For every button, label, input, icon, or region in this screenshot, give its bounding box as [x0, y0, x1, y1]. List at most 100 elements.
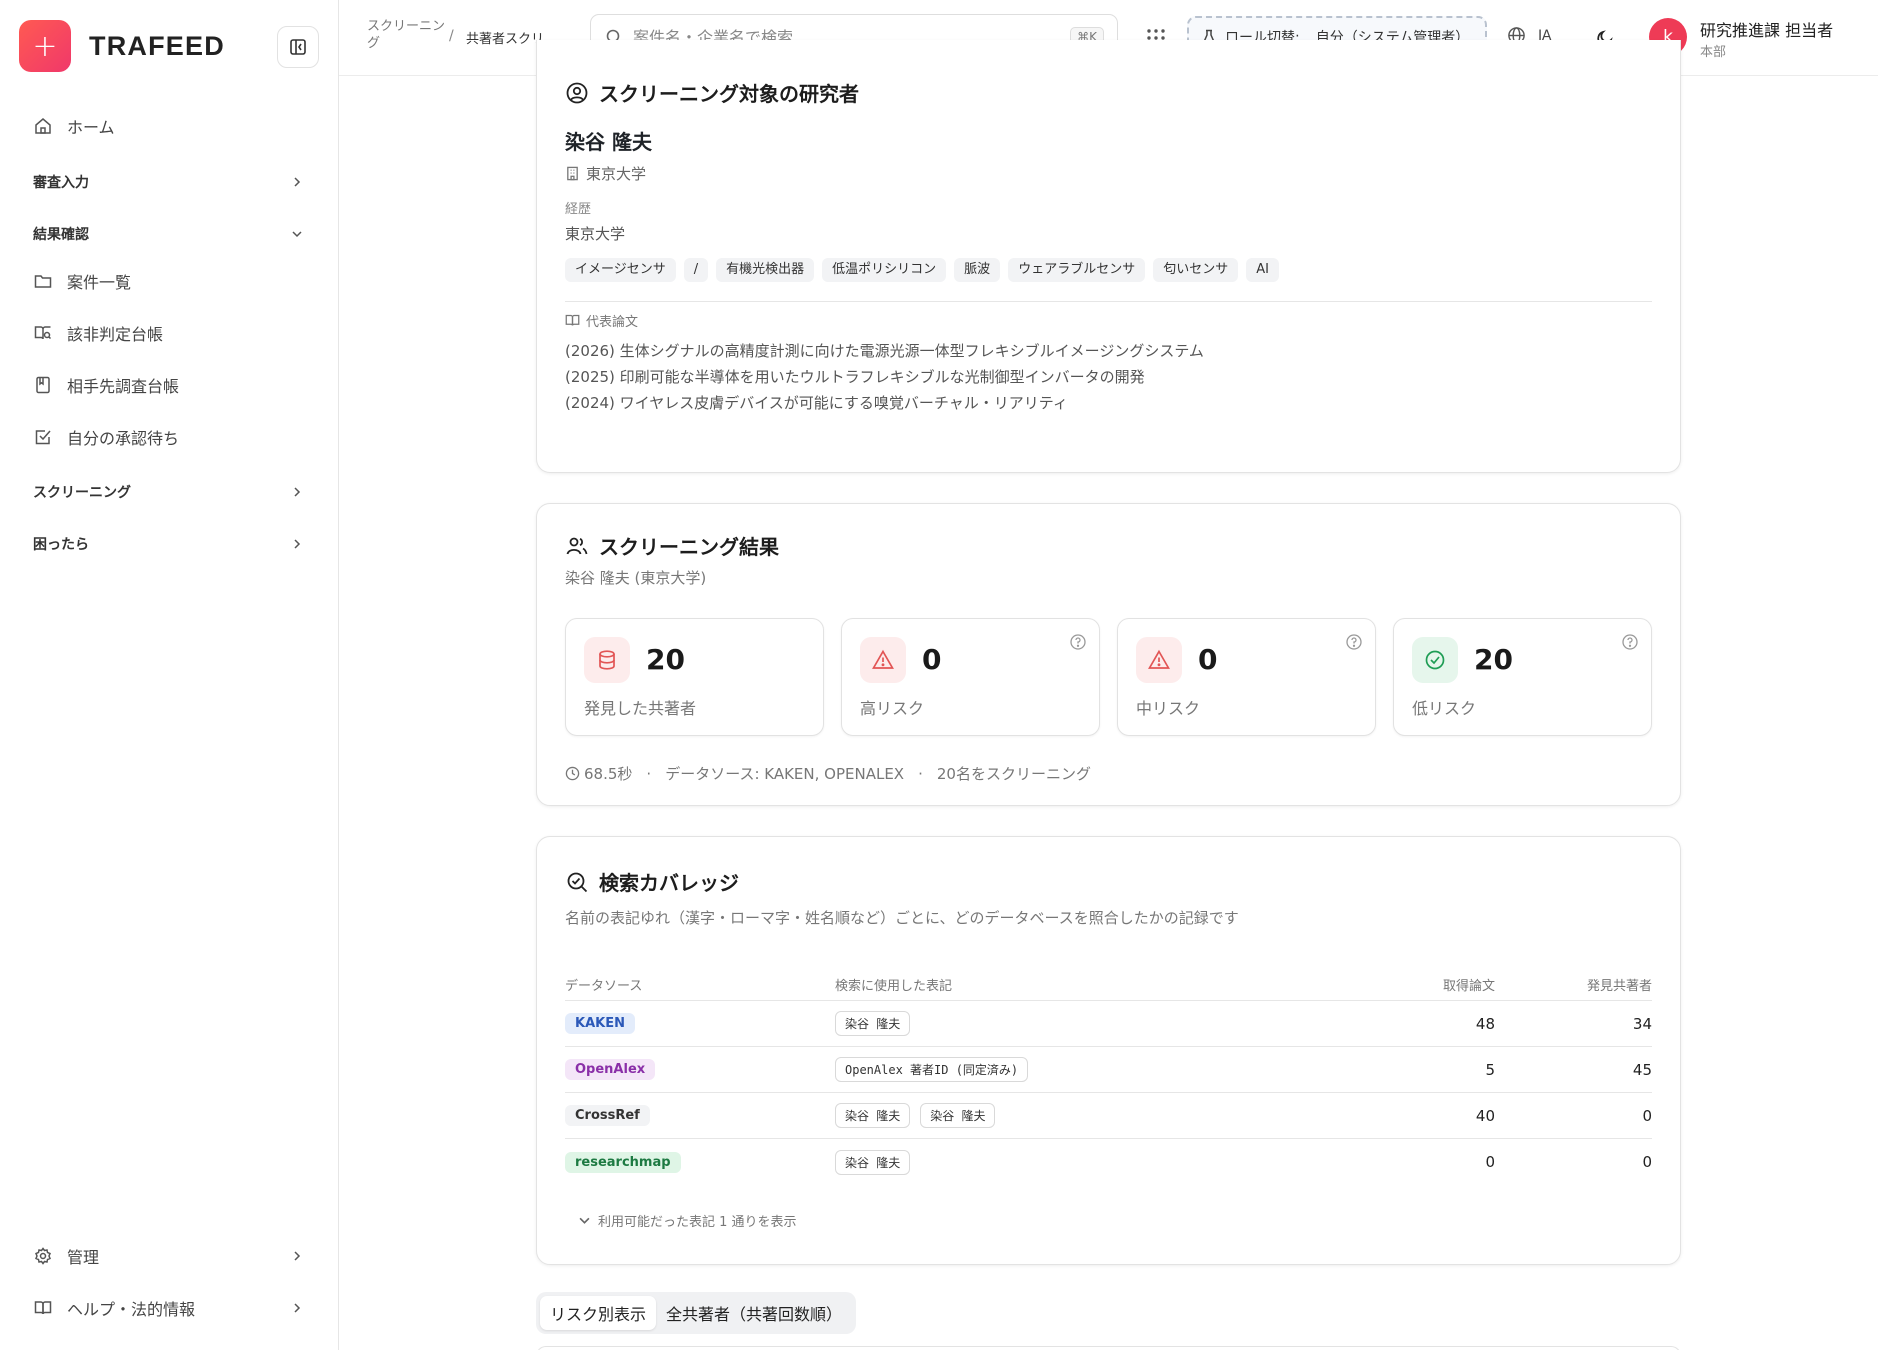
column-header: 発見共著者: [1586, 979, 1652, 994]
stat-label: 低リスク: [1412, 699, 1477, 718]
papers-label-text: 代表論文: [586, 315, 639, 330]
book-icon: [565, 314, 580, 326]
sidebar-section-screening[interactable]: スクリーニング: [33, 478, 305, 506]
user-department: 本部: [1700, 45, 1727, 60]
keyword-tag: 低温ポリシリコン: [822, 258, 947, 282]
tab-by-risk[interactable]: リスク別表示: [540, 1296, 657, 1330]
brand-logo: +: [19, 20, 71, 72]
tab-all-coauthors[interactable]: 全共著者（共著回数順）: [656, 1296, 852, 1330]
stat-card-low-risk: 20 低リスク: [1393, 618, 1652, 736]
duration-text: 68.5秒: [584, 765, 633, 783]
history-value: 東京大学: [565, 225, 626, 243]
show-variants-label: 利用可能だった表記 1 通りを表示: [598, 1215, 797, 1230]
help-circle-icon[interactable]: [1069, 633, 1087, 651]
sidebar-section-label: 審査入力: [33, 175, 89, 191]
sidebar-item-admin[interactable]: 管理: [33, 1242, 305, 1270]
results-meta: 68.5秒 · データソース: KAKEN, OPENALEX · 20名をスク…: [565, 763, 1091, 784]
name-variant-chip: 染谷 隆夫: [920, 1103, 996, 1128]
table-row: CrossRef 染谷 隆夫 染谷 隆夫 40 0: [565, 1093, 1652, 1139]
researcher-affiliation: 東京大学: [565, 163, 646, 184]
coauthors-count: 0: [1642, 1106, 1652, 1125]
column-header: 取得論文: [1442, 979, 1495, 994]
sidebar-section-results[interactable]: 結果確認: [33, 220, 305, 248]
sidebar-item-help-legal[interactable]: ヘルプ・法的情報: [33, 1294, 305, 1322]
column-header: データソース: [565, 979, 643, 994]
history-label: 経歴: [565, 202, 592, 217]
breadcrumb-parent[interactable]: スクリーニング: [367, 18, 447, 52]
user-circle-icon: [565, 81, 589, 105]
sidebar-item-label: ホーム: [67, 118, 115, 137]
sidebar-item-partner-ledger[interactable]: 相手先調査台帳: [33, 371, 305, 399]
keyword-tag: 匂いセンサ: [1153, 258, 1239, 282]
keyword-tag: 脈波: [954, 258, 1001, 282]
home-icon: [33, 116, 53, 136]
brand[interactable]: + TRAFEED: [19, 20, 225, 72]
papers-label: 代表論文: [565, 311, 638, 330]
notebook-icon: [33, 375, 53, 395]
chevron-right-icon: [289, 1300, 305, 1316]
stat-card-high-risk: 0 高リスク: [841, 618, 1100, 736]
sidebar-item-cases[interactable]: 案件一覧: [33, 267, 305, 295]
keyword-tag: ウェアラブルセンサ: [1008, 258, 1146, 282]
sidebar-collapse-button[interactable]: [277, 26, 319, 68]
sidebar-item-label: 案件一覧: [67, 273, 132, 292]
keyword-tag: イメージセンサ: [565, 258, 676, 282]
sidebar-item-classification-ledger[interactable]: 該非判定台帳: [33, 319, 305, 347]
stat-value: 0: [1198, 643, 1218, 676]
table-row: OpenAlex OpenAlex 著者ID (同定済み) 5 45: [565, 1047, 1652, 1093]
table-header: データソース 検索に使用した表記 取得論文 発見共著者: [565, 969, 1652, 1001]
results-card-title-text: スクリーニング結果: [599, 535, 779, 559]
user-name[interactable]: 研究推進課 担当者: [1700, 17, 1833, 41]
search-coverage-card: 検索カバレッジ 名前の表記ゆれ（漢字・ローマ字・姓名順など）ごとに、どのデータベ…: [536, 836, 1681, 1265]
column-header: 検索に使用した表記: [835, 979, 953, 994]
help-circle-icon[interactable]: [1345, 633, 1363, 651]
chevron-right-icon: [289, 1248, 305, 1264]
sidebar-section-help-trouble[interactable]: 困ったら: [33, 530, 305, 558]
sidebar: + TRAFEED ホーム 審査入力 結果確認 案件一覧 該非判定台帳 相手先調…: [0, 0, 339, 1350]
table-row: researchmap 染谷 隆夫 0 0: [565, 1139, 1652, 1185]
sources-text: データソース: KAKEN, OPENALEX: [665, 765, 905, 783]
paper-item: (2025) 印刷可能な半導体を用いたウルトラフレキシブルな光制御型インバータの…: [565, 368, 1145, 386]
breadcrumb-separator: /: [449, 28, 454, 44]
coverage-table: データソース 検索に使用した表記 取得論文 発見共著者 KAKEN 染谷 隆夫 …: [565, 969, 1652, 1185]
researcher-card-title-text: スクリーニング対象の研究者: [599, 82, 859, 106]
warning-icon: [1136, 637, 1182, 683]
show-variants-toggle[interactable]: 利用可能だった表記 1 通りを表示: [579, 1211, 797, 1230]
sidebar-item-my-approvals[interactable]: 自分の承認待ち: [33, 423, 305, 451]
database-icon: [584, 637, 630, 683]
check-circle-icon: [1412, 637, 1458, 683]
book-icon: [33, 1298, 53, 1318]
papers-count: 48: [1475, 1014, 1495, 1033]
stat-value: 20: [1474, 643, 1513, 676]
stat-label: 高リスク: [860, 699, 925, 718]
keyword-tags: イメージセンサ / 有機光検出器 低温ポリシリコン 脈波 ウェアラブルセンサ 匂…: [565, 258, 1287, 282]
source-badge-openalex: OpenAlex: [565, 1059, 656, 1080]
sidebar-section-label: 結果確認: [33, 227, 89, 243]
sidebar-item-label: 該非判定台帳: [67, 325, 164, 344]
checkbox-icon: [33, 427, 53, 447]
coauthor-list-card: [536, 1346, 1681, 1350]
researcher-name: 染谷 隆夫: [565, 130, 652, 154]
coauthors-count: 0: [1642, 1153, 1652, 1171]
sidebar-section-label: スクリーニング: [33, 485, 131, 501]
results-subtitle: 染谷 隆夫 (東京大学): [565, 569, 707, 587]
chevron-right-icon: [289, 174, 305, 190]
keyword-tag: AI: [1246, 258, 1279, 282]
sidebar-section-label: 困ったら: [33, 537, 89, 553]
sidebar-item-label: ヘルプ・法的情報: [67, 1300, 196, 1319]
chevron-down-icon: [289, 226, 305, 242]
name-variant-chip: 染谷 隆夫: [835, 1103, 911, 1128]
users-icon: [565, 534, 589, 558]
chevron-down-icon: [579, 1217, 590, 1224]
table-row: KAKEN 染谷 隆夫 48 34: [565, 1001, 1652, 1047]
sidebar-item-label: 相手先調査台帳: [67, 377, 180, 396]
help-circle-icon[interactable]: [1621, 633, 1639, 651]
folder-icon: [33, 271, 53, 291]
sidebar-item-home[interactable]: ホーム: [33, 112, 305, 140]
sidebar-section-review-input[interactable]: 審査入力: [33, 168, 305, 196]
paper-item: (2026) 生体シグナルの高精度計測に向けた電源光源一体型フレキシブルイメージ…: [565, 342, 1204, 360]
screened-count-text: 20名をスクリーニング: [936, 765, 1091, 783]
coverage-subtitle: 名前の表記ゆれ（漢字・ローマ字・姓名順など）ごとに、どのデータベースを照合したか…: [565, 909, 1239, 927]
meta-separator: ·: [918, 764, 923, 783]
search-check-icon: [565, 870, 589, 894]
